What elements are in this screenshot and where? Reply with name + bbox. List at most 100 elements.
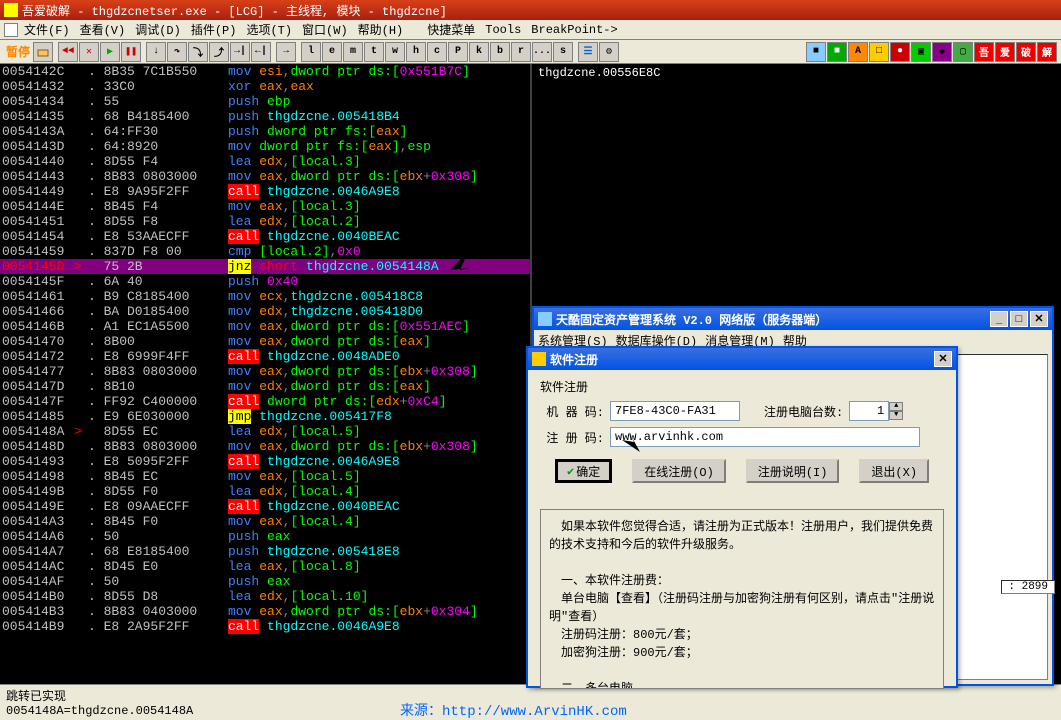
tb-letter-t[interactable]: t xyxy=(364,42,384,62)
reg-help-button[interactable]: 注册说明(I) xyxy=(746,459,840,483)
disasm-row[interactable]: 00541461. B9 C8185400mov ecx,thgdzcne.00… xyxy=(0,289,530,304)
menu-bp[interactable]: BreakPoint-> xyxy=(527,23,621,37)
disasm-row[interactable]: 0054143D. 64:8920mov dword ptr fs:[eax],… xyxy=(0,139,530,154)
tb-letter-l[interactable]: l xyxy=(301,42,321,62)
menu-quick[interactable]: 快捷菜单 xyxy=(423,21,479,38)
disasm-row[interactable]: 00541498. 8B45 ECmov eax,[local.5] xyxy=(0,469,530,484)
disasm-row[interactable]: 00541466. BA D0185400mov edx,thgdzcne.00… xyxy=(0,304,530,319)
menu-file[interactable]: 文件(F) xyxy=(20,21,74,38)
disasm-row[interactable]: 005414A6. 50push eax xyxy=(0,529,530,544)
tb-play-icon[interactable]: ▶ xyxy=(100,42,120,62)
disasm-row[interactable]: 00541485. E9 6E030000jmp thgdzcne.005417… xyxy=(0,409,530,424)
disasm-row[interactable]: 0054149B. 8D55 F0lea edx,[local.4] xyxy=(0,484,530,499)
tb-letter-w[interactable]: w xyxy=(385,42,405,62)
tb-letter-s[interactable]: s xyxy=(553,42,573,62)
file-menu-icon[interactable] xyxy=(4,23,18,37)
tb-ex3[interactable]: A xyxy=(848,42,868,62)
disasm-row[interactable]: 00541432. 33C0xor eax,eax xyxy=(0,79,530,94)
disassembly[interactable]: 0054142C. 8B35 7C1B550mov esi,dword ptr … xyxy=(0,64,530,684)
menu-help[interactable]: 帮助(H) xyxy=(354,21,408,38)
tb-letter-P[interactable]: P xyxy=(448,42,468,62)
disasm-row[interactable]: 0054143A. 64:FF30push dword ptr fs:[eax] xyxy=(0,124,530,139)
disasm-row[interactable]: 00541477. 8B83 0803000mov eax,dword ptr … xyxy=(0,364,530,379)
tb-folder-icon[interactable] xyxy=(33,42,53,62)
tb-ai[interactable]: 爱 xyxy=(995,42,1015,62)
tb-jie[interactable]: 解 xyxy=(1037,42,1057,62)
disasm-row[interactable]: 0054146B. A1 EC1A5500mov eax,dword ptr d… xyxy=(0,319,530,334)
tb-stepover-icon[interactable]: ↷ xyxy=(167,42,187,62)
disasm-row[interactable]: 00541493. E8 5095F2FFcall thgdzcne.0046A… xyxy=(0,454,530,469)
disasm-row[interactable]: 0054142C. 8B35 7C1B550mov esi,dword ptr … xyxy=(0,64,530,79)
tb-letter-h[interactable]: h xyxy=(406,42,426,62)
disasm-row[interactable]: 00541472. E8 6999F4FFcall thgdzcne.0048A… xyxy=(0,349,530,364)
tb-return-icon[interactable]: ←| xyxy=(251,42,271,62)
tb-close-icon[interactable]: ✕ xyxy=(79,42,99,62)
ok-button[interactable]: ✔确定 xyxy=(555,459,612,483)
asset-close-button[interactable]: ✕ xyxy=(1030,311,1048,327)
disasm-row[interactable]: 0054148A> 8D55 EClea edx,[local.5] xyxy=(0,424,530,439)
disasm-row[interactable]: 005414A3. 8B45 F0mov eax,[local.4] xyxy=(0,514,530,529)
disasm-row[interactable]: 00541434. 55push ebp xyxy=(0,94,530,109)
disasm-row[interactable]: 0054145D> 75 2Bjnz short thgdzcne.005414… xyxy=(0,259,530,274)
disasm-row[interactable]: 0054147F. FF92 C400000call dword ptr ds:… xyxy=(0,394,530,409)
asset-min-button[interactable]: _ xyxy=(990,311,1008,327)
tb-wu[interactable]: 吾 xyxy=(974,42,994,62)
tb-ex4[interactable]: □ xyxy=(869,42,889,62)
tb-ex6[interactable]: ▣ xyxy=(911,42,931,62)
disasm-row[interactable]: 0054144E. 8B45 F4mov eax,[local.3] xyxy=(0,199,530,214)
disasm-row[interactable]: 00541459. 837D F8 00cmp [local.2],0x0 xyxy=(0,244,530,259)
tb-po[interactable]: 破 xyxy=(1016,42,1036,62)
disasm-row[interactable]: 00541470. 8B00mov eax,dword ptr ds:[eax] xyxy=(0,334,530,349)
tb-letter-b[interactable]: b xyxy=(490,42,510,62)
disasm-row[interactable]: 0054148D. 8B83 0803000mov eax,dword ptr … xyxy=(0,439,530,454)
tb-ex2[interactable]: ■ xyxy=(827,42,847,62)
count-spinner[interactable]: ▲▼ xyxy=(849,401,903,421)
menu-view[interactable]: 查看(V) xyxy=(76,21,130,38)
disasm-row[interactable]: 005414B0. 8D55 D8lea edx,[local.10] xyxy=(0,589,530,604)
tb-list-icon[interactable]: ☰ xyxy=(578,42,598,62)
tb-opt-icon[interactable]: ⚙ xyxy=(599,42,619,62)
disasm-row[interactable]: 005414B9. E8 2A95F2FFcall thgdzcne.0046A… xyxy=(0,619,530,634)
menu-debug[interactable]: 调试(D) xyxy=(131,21,185,38)
tb-ex5[interactable]: ● xyxy=(890,42,910,62)
serial-input[interactable] xyxy=(610,427,920,447)
tb-letter-m[interactable]: m xyxy=(343,42,363,62)
count-input[interactable] xyxy=(849,401,889,421)
tb-letter-r[interactable]: r xyxy=(511,42,531,62)
tb-trace2-icon[interactable]: ⤴ xyxy=(209,42,229,62)
tb-restart-icon[interactable]: ◄◄ xyxy=(58,42,78,62)
reg-close-button[interactable]: ✕ xyxy=(934,351,952,367)
tb-ex7[interactable]: ◆ xyxy=(932,42,952,62)
online-reg-button[interactable]: 在线注册(O) xyxy=(632,459,726,483)
tb-pause-icon[interactable]: ❚❚ xyxy=(121,42,141,62)
tb-letter-k[interactable]: k xyxy=(469,42,489,62)
menu-plugin[interactable]: 插件(P) xyxy=(187,21,241,38)
tb-goto-icon[interactable]: → xyxy=(276,42,296,62)
asset-max-button[interactable]: □ xyxy=(1010,311,1028,327)
disasm-row[interactable]: 00541443. 8B83 0803000mov eax,dword ptr … xyxy=(0,169,530,184)
disasm-row[interactable]: 005414B3. 8B83 0403000mov eax,dword ptr … xyxy=(0,604,530,619)
tb-letter-e[interactable]: e xyxy=(322,42,342,62)
tb-stepinto-icon[interactable]: ↓ xyxy=(146,42,166,62)
disasm-row[interactable]: 00541451. 8D55 F8lea edx,[local.2] xyxy=(0,214,530,229)
disasm-row[interactable]: 005414AC. 8D45 E0lea eax,[local.8] xyxy=(0,559,530,574)
tb-letter-...[interactable]: ... xyxy=(532,42,552,62)
disasm-row[interactable]: 0054149E. E8 09AAECFFcall thgdzcne.0040B… xyxy=(0,499,530,514)
exit-button[interactable]: 退出(X) xyxy=(859,459,929,483)
disasm-row[interactable]: 00541440. 8D55 F4lea edx,[local.3] xyxy=(0,154,530,169)
disasm-row[interactable]: 0054145F. 6A 40push 0x40 xyxy=(0,274,530,289)
tb-letter-c[interactable]: c xyxy=(427,42,447,62)
disasm-row[interactable]: 00541449. E8 9A95F2FFcall thgdzcne.0046A… xyxy=(0,184,530,199)
asset-titlebar[interactable]: 天酷固定资产管理系统 V2.0 网络版（服务器端） _ □ ✕ xyxy=(534,308,1052,330)
tb-trace1-icon[interactable]: ⤵ xyxy=(188,42,208,62)
disasm-row[interactable]: 0054147D. 8B10mov edx,dword ptr ds:[eax] xyxy=(0,379,530,394)
tb-runto-icon[interactable]: →| xyxy=(230,42,250,62)
disasm-row[interactable]: 005414AF. 50push eax xyxy=(0,574,530,589)
disasm-row[interactable]: 00541435. 68 B4185400push thgdzcne.00541… xyxy=(0,109,530,124)
tb-ex8[interactable]: ▢ xyxy=(953,42,973,62)
spin-down-icon[interactable]: ▼ xyxy=(889,411,903,420)
disasm-row[interactable]: 00541454. E8 53AAECFFcall thgdzcne.0040B… xyxy=(0,229,530,244)
tb-ex1[interactable]: ■ xyxy=(806,42,826,62)
machine-code-input[interactable] xyxy=(610,401,740,421)
reg-titlebar[interactable]: 软件注册 ✕ xyxy=(528,348,956,370)
